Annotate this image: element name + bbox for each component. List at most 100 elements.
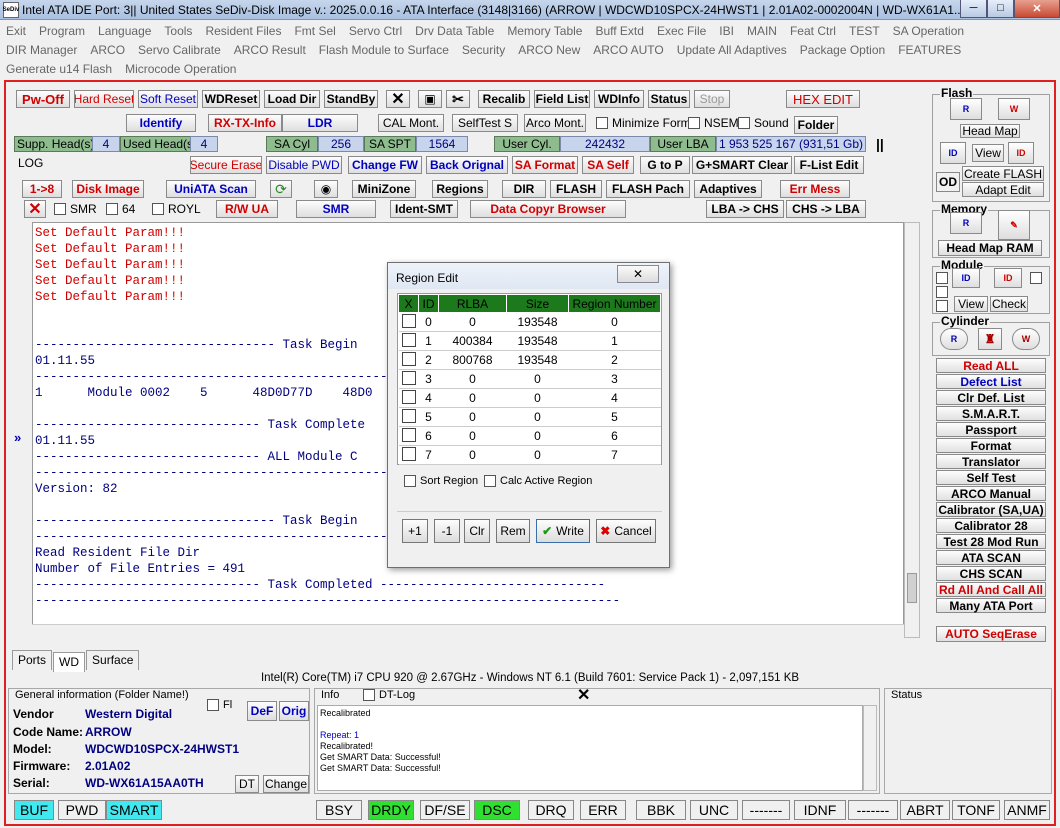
table-row[interactable]: 7007	[398, 445, 661, 465]
menu-item[interactable]: Fmt Sel	[294, 22, 335, 41]
od-button[interactable]: OD	[936, 172, 960, 192]
menu-item[interactable]: FEATURES	[898, 41, 961, 60]
64-checkbox[interactable]: 64	[106, 202, 135, 216]
adaptives-button[interactable]: Adaptives	[694, 180, 762, 198]
menu-item[interactable]: Flash Module to Surface	[319, 41, 449, 60]
menu-item[interactable]: Generate u14 Flash	[6, 60, 112, 79]
menu-item[interactable]: Language	[98, 22, 151, 41]
menu-item[interactable]: SA Operation	[893, 22, 964, 41]
menu-item[interactable]: Resident Files	[205, 22, 281, 41]
smr-checkbox[interactable]: SMR	[54, 202, 97, 216]
uniata-scan-button[interactable]: UniATA Scan	[166, 180, 256, 198]
flist-edit-button[interactable]: F-List Edit	[794, 156, 864, 174]
table-row[interactable]: 1 400384 193548 1	[398, 331, 661, 351]
hex-edit-button[interactable]: HEX EDIT	[786, 90, 860, 108]
tab-wd[interactable]: WD	[53, 652, 86, 672]
cal-mont-button[interactable]: CAL Mont.	[378, 114, 444, 132]
action-button-clr-def-list[interactable]: Clr Def. List	[936, 390, 1046, 405]
module-view-button[interactable]: View	[954, 296, 988, 312]
arco-mont-button[interactable]: Arco Mont.	[524, 114, 586, 132]
nsem-checkbox[interactable]: NSEM	[688, 116, 739, 130]
def-button[interactable]: DeF	[247, 701, 277, 721]
gsmart-clear-button[interactable]: G+SMART Clear	[692, 156, 792, 174]
action-button-read-all[interactable]: Read ALL	[936, 358, 1046, 373]
minimize-form-checkbox[interactable]: Minimize Form	[596, 116, 691, 130]
refresh-icon[interactable]: ⟳	[270, 180, 292, 198]
recalib-button[interactable]: Recalib	[478, 90, 530, 108]
row-checkbox[interactable]	[401, 446, 416, 461]
action-button-ata-scan[interactable]: ATA SCAN	[936, 550, 1046, 565]
cylinder-read-icon[interactable]: R	[940, 328, 968, 350]
action-button-calibrator-sa-ua[interactable]: Calibrator (SA,UA)	[936, 502, 1046, 517]
menu-item[interactable]: Buff Extd	[595, 22, 643, 41]
dt-log-checkbox[interactable]: DT-Log	[363, 689, 415, 701]
pw-off-button[interactable]: Pw-Off	[16, 90, 70, 108]
log-horizontal-scrollbar[interactable]	[32, 624, 904, 638]
menu-item[interactable]: Tools	[164, 22, 192, 41]
menu-item[interactable]: MAIN	[747, 22, 777, 41]
maximize-button[interactable]: □	[987, 0, 1014, 18]
sound-checkbox[interactable]: Sound	[738, 116, 789, 130]
action-button-rd-all-and-call-all[interactable]: Rd All And Call All	[936, 582, 1046, 597]
menu-item[interactable]: Memory Table	[507, 22, 582, 41]
change-fw-button[interactable]: Change FW	[348, 156, 422, 174]
table-row[interactable]: 4004	[398, 388, 661, 408]
g-to-p-button[interactable]: G to P	[640, 156, 690, 174]
clr-button[interactable]: Clr	[464, 519, 490, 543]
menu-item[interactable]: Servo Ctrl	[349, 22, 402, 41]
field-list-button[interactable]: Field List	[534, 90, 590, 108]
expand-arrow-icon[interactable]: »	[14, 430, 21, 445]
table-row[interactable]: 6006	[398, 426, 661, 446]
row-checkbox[interactable]	[401, 351, 416, 366]
menu-item[interactable]: Microcode Operation	[125, 60, 236, 79]
table-row[interactable]: 3003	[398, 369, 661, 389]
create-flash-button[interactable]: Create FLASH	[962, 166, 1044, 181]
action-button-calibrator-28[interactable]: Calibrator 28	[936, 518, 1046, 533]
menu-item[interactable]: Package Option	[800, 41, 885, 60]
secure-erase-button[interactable]: Secure Erase	[190, 156, 262, 174]
minizone-button[interactable]: MiniZone	[352, 180, 416, 198]
load-dir-button[interactable]: Load Dir	[264, 90, 320, 108]
dt-button[interactable]: DT	[235, 775, 259, 793]
minus-one-button[interactable]: -1	[434, 519, 460, 543]
close-button[interactable]: ✕	[1014, 0, 1060, 18]
menu-item[interactable]: Update All Adaptives	[677, 41, 787, 60]
chs-to-lba-button[interactable]: CHS -> LBA	[786, 200, 866, 218]
action-button-self-test[interactable]: Self Test	[936, 470, 1046, 485]
pause-button[interactable]: ||	[876, 136, 884, 152]
sort-region-checkbox[interactable]: Sort Region	[404, 475, 478, 487]
camera-icon[interactable]: ◉	[314, 180, 338, 198]
menu-item[interactable]: Feat Ctrl	[790, 22, 836, 41]
menu-item[interactable]: ARCO	[90, 41, 125, 60]
fl-checkbox[interactable]: Fl	[207, 699, 232, 711]
view-button[interactable]: View	[972, 144, 1004, 162]
tab-surface[interactable]: Surface	[86, 650, 140, 670]
disk-image-button[interactable]: Disk Image	[72, 180, 144, 198]
orig-button[interactable]: Orig	[279, 701, 309, 721]
adapt-edit-button[interactable]: Adapt Edit	[962, 182, 1044, 197]
status-button[interactable]: Status	[648, 90, 690, 108]
royl-checkbox[interactable]: ROYL	[152, 202, 201, 216]
clear-x-icon[interactable]: ✕	[24, 200, 46, 218]
hard-reset-button[interactable]: Hard Reset	[74, 90, 134, 108]
cylinder-write-icon[interactable]: W	[1012, 328, 1040, 350]
menu-item[interactable]: ARCO New	[518, 41, 580, 60]
one-to-eight-button[interactable]: 1->8	[22, 180, 62, 198]
identify-button[interactable]: Identify	[126, 114, 196, 132]
dir-button[interactable]: DIR	[502, 180, 546, 198]
table-row[interactable]: 2 800768 193548 2	[398, 350, 661, 370]
module-checkbox-2[interactable]	[936, 286, 948, 298]
flash-button[interactable]: FLASH	[550, 180, 602, 198]
action-button-format[interactable]: Format	[936, 438, 1046, 453]
memory-tool-icon[interactable]: ✎	[998, 210, 1030, 240]
module-checkbox-4[interactable]	[936, 300, 948, 312]
module-write-icon[interactable]: ID	[994, 268, 1022, 288]
write-button[interactable]: ✔ Write	[536, 519, 590, 543]
ident-smt-button[interactable]: Ident-SMT	[390, 200, 458, 218]
menu-item[interactable]: Security	[462, 41, 505, 60]
head-map-button[interactable]: Head Map	[960, 124, 1020, 138]
menu-item[interactable]: Drv Data Table	[415, 22, 494, 41]
menu-item[interactable]: DIR Manager	[6, 41, 77, 60]
ldr-button[interactable]: LDR	[282, 114, 358, 132]
scroll-thumb[interactable]	[907, 573, 917, 603]
